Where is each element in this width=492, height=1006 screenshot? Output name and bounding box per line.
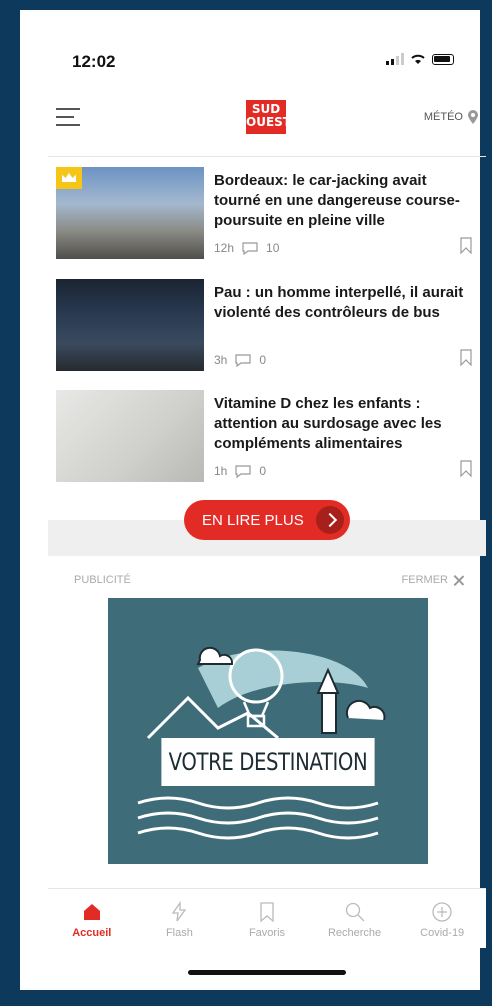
tab-label: Recherche xyxy=(327,927,382,939)
signal-icon xyxy=(386,53,404,65)
comment-count: 0 xyxy=(259,464,267,478)
tab-label: Covid-19 xyxy=(420,927,465,939)
tab-accueil[interactable]: Accueil xyxy=(48,889,136,948)
article-thumbnail xyxy=(56,390,204,482)
ad-banner[interactable]: VOTRE DESTINATION xyxy=(108,598,428,864)
home-indicator[interactable] xyxy=(188,970,346,975)
bookmark-icon[interactable] xyxy=(460,237,472,254)
ad-banner-text: VOTRE DESTINATION xyxy=(161,738,375,786)
home-icon xyxy=(83,904,100,920)
close-icon xyxy=(453,575,464,586)
location-pin-icon xyxy=(468,110,478,124)
hamburger-menu-icon[interactable] xyxy=(56,108,80,126)
sud-ouest-logo[interactable]: SUD OUEST xyxy=(246,100,291,134)
meteo-button[interactable]: MÉTÉO xyxy=(424,110,478,124)
article-title: Bordeaux: le car-jacking avait tourné en… xyxy=(214,172,460,229)
tab-favoris[interactable]: Favoris xyxy=(223,889,311,948)
comment-icon xyxy=(235,353,251,367)
read-more-button[interactable]: EN LIRE PLUS xyxy=(184,500,350,540)
article-meta: 3h 0 xyxy=(214,353,266,367)
tab-flash[interactable]: Flash xyxy=(136,889,224,948)
tab-label: Accueil xyxy=(72,927,112,939)
chevron-right-icon xyxy=(316,506,344,534)
article-age: 3h xyxy=(214,353,228,367)
premium-crown-icon xyxy=(56,167,82,189)
tab-label: Favoris xyxy=(248,927,286,939)
read-more-label: EN LIRE PLUS xyxy=(202,511,304,529)
bookmark-icon[interactable] xyxy=(460,349,472,366)
status-time: 12:02 xyxy=(72,52,116,71)
ad-label: PUBLICITÉ xyxy=(74,574,131,586)
article-meta: 1h 0 xyxy=(214,464,266,478)
tab-recherche[interactable]: Recherche xyxy=(311,889,399,948)
ad-close-button[interactable]: FERMER xyxy=(402,574,464,586)
article-thumbnail xyxy=(56,167,204,259)
app-header: SUD OUEST MÉTÉO xyxy=(48,92,486,144)
tab-label: Flash xyxy=(165,927,193,939)
article-title: Vitamine D chez les enfants : attention … xyxy=(214,395,442,452)
more-button-wrap: EN LIRE PLUS xyxy=(48,500,486,540)
article-card[interactable]: Pau : un homme interpellé, il aurait vio… xyxy=(48,279,486,389)
meteo-label: MÉTÉO xyxy=(423,111,463,123)
comment-count: 10 xyxy=(266,241,280,255)
article-thumbnail xyxy=(56,279,204,371)
battery-icon xyxy=(432,53,454,65)
wifi-icon xyxy=(411,54,425,64)
comment-count: 0 xyxy=(259,353,267,367)
bookmark-icon[interactable] xyxy=(460,460,472,477)
article-title: Pau : un homme interpellé, il aurait vio… xyxy=(214,284,464,321)
bottom-tab-bar: Accueil Flash Favoris Recherche Covid-19 xyxy=(48,888,486,948)
lightning-icon xyxy=(172,901,187,922)
article-card[interactable]: Vitamine D chez les enfants : attention … xyxy=(48,390,486,500)
comment-icon xyxy=(235,464,251,478)
article-meta: 12h 10 xyxy=(214,241,279,255)
ad-header: PUBLICITÉ FERMER xyxy=(48,574,486,592)
ad-illustration xyxy=(137,646,386,840)
tab-covid-19[interactable]: Covid-19 xyxy=(398,889,486,948)
ad-close-label: FERMER xyxy=(401,574,448,586)
search-icon xyxy=(345,902,365,922)
article-age: 1h xyxy=(214,464,228,478)
status-icons xyxy=(386,53,454,65)
header-divider xyxy=(48,156,486,157)
article-age: 12h xyxy=(214,241,235,255)
status-bar: 12:02 xyxy=(28,40,460,84)
article-card[interactable]: Bordeaux: le car-jacking avait tourné en… xyxy=(48,167,486,277)
comment-icon xyxy=(242,241,258,255)
bookmark-icon xyxy=(260,902,274,923)
plus-circle-icon xyxy=(432,902,452,922)
